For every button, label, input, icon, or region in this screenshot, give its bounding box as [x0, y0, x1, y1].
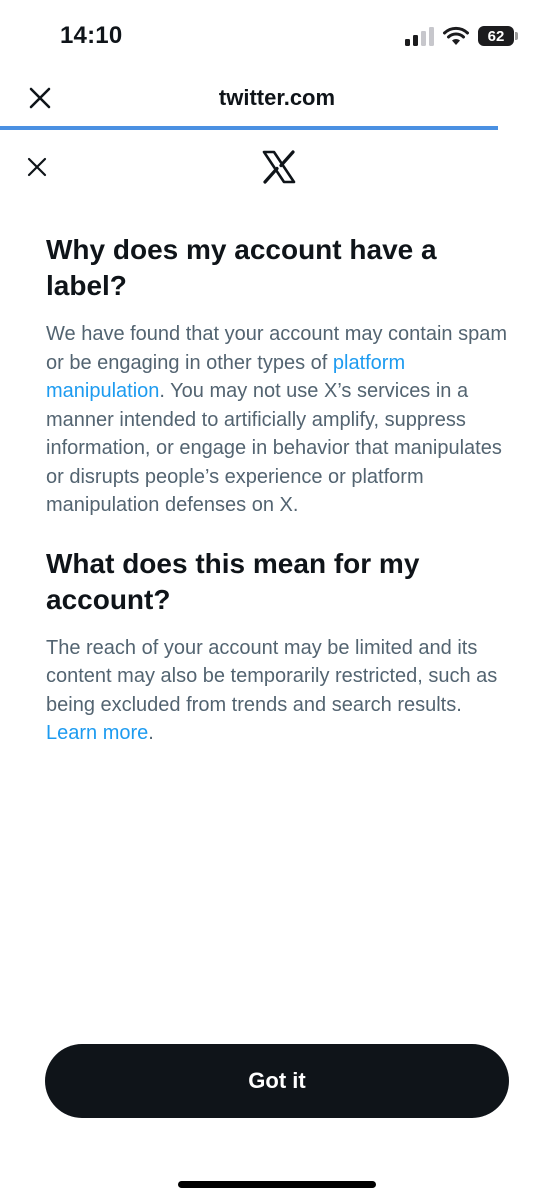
paragraph-text: We have found that your account may cont…	[46, 323, 508, 374]
status-bar: 14:10 62	[0, 0, 554, 72]
battery-cap	[515, 32, 518, 40]
page-load-progress	[0, 126, 498, 130]
x-logo-icon	[262, 150, 296, 184]
battery-icon: 62	[478, 26, 518, 46]
signal-icon	[405, 27, 434, 46]
page-header	[0, 140, 554, 200]
home-indicator	[178, 1181, 376, 1188]
browser-bar: twitter.com	[0, 72, 554, 127]
section-heading: What does this mean for my account?	[46, 547, 420, 615]
learn-more-link[interactable]: Learn more	[46, 722, 148, 744]
got-it-button[interactable]: Got it	[45, 1044, 509, 1118]
browser-url: twitter.com	[218, 85, 336, 110]
paragraph-text: The reach of your account may be limited…	[46, 636, 498, 716]
section-paragraph: The reach of your account may be limited…	[46, 634, 516, 748]
status-icons: 62	[404, 25, 518, 47]
label-explanation-content: Why does my account have a label? We hav…	[46, 232, 516, 774]
wifi-icon	[443, 26, 469, 45]
status-time: 14:10	[60, 22, 123, 49]
close-icon[interactable]	[26, 156, 48, 178]
section-paragraph: We have found that your account may cont…	[46, 320, 516, 520]
battery-level: 62	[487, 27, 505, 45]
paragraph-text: .	[148, 722, 154, 744]
section-heading: Why does my account have a label?	[46, 234, 437, 301]
